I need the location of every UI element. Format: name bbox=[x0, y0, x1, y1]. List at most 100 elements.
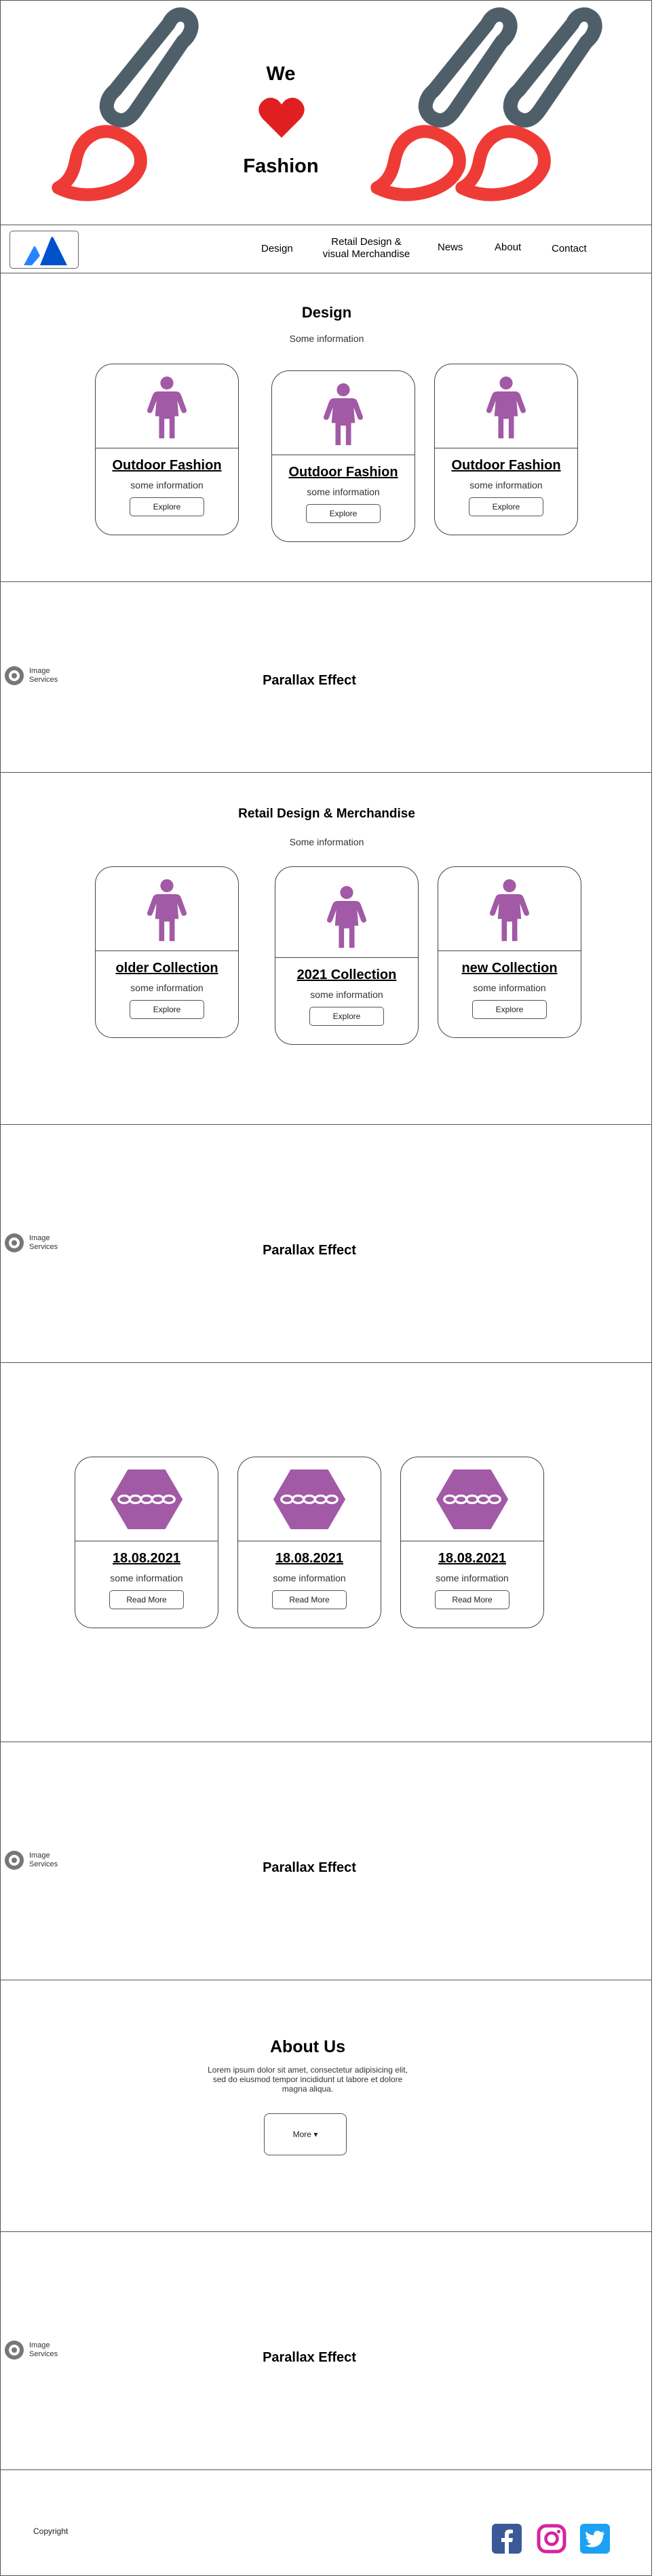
hexagon-chain-icon bbox=[109, 1468, 184, 1531]
design-card: Outdoor Fashion some information Explore bbox=[271, 370, 415, 542]
nav-link-retail-design[interactable]: Retail Design & visual Merchandise bbox=[317, 236, 416, 261]
navbar: Design Retail Design & visual Merchandis… bbox=[0, 225, 652, 273]
explore-button[interactable]: Explore bbox=[130, 1000, 204, 1019]
parallax-section: Image Services Parallax Effect bbox=[0, 581, 652, 773]
card-info: some information bbox=[473, 982, 546, 993]
card-title[interactable]: 2021 Collection bbox=[275, 967, 418, 983]
explore-button[interactable]: Explore bbox=[309, 1007, 384, 1026]
news-card: 18.08.2021 some information Read More bbox=[237, 1457, 381, 1628]
woman-icon bbox=[320, 885, 374, 950]
parallax-section: Image Services Parallax Effect bbox=[0, 1124, 652, 1363]
hexagon-chain-icon bbox=[272, 1468, 347, 1531]
card-info: some information bbox=[436, 1573, 509, 1583]
image-placeholder: Image Services bbox=[3, 2339, 58, 2361]
woman-icon bbox=[316, 383, 370, 448]
section-title: About Us bbox=[269, 2037, 346, 2056]
card-title[interactable]: Outdoor Fashion bbox=[435, 458, 577, 474]
retail-section: Retail Design & Merchandise Some informa… bbox=[0, 772, 652, 1125]
news-card: 18.08.2021 some information Read More bbox=[75, 1457, 218, 1628]
about-text-line: sed do eiusmod tempor incididunt ut labo… bbox=[212, 2075, 403, 2084]
image-label: Services bbox=[29, 1860, 58, 1868]
image-label: Services bbox=[29, 1243, 58, 1251]
card-info: some information bbox=[110, 1573, 183, 1583]
parallax-section: Image Services Parallax Effect bbox=[0, 1742, 652, 1980]
card-title[interactable]: older Collection bbox=[96, 961, 238, 976]
footer: Copyright bbox=[0, 2469, 652, 2576]
read-more-button[interactable]: Read More bbox=[272, 1590, 347, 1609]
image-placeholder: Image Services bbox=[3, 1232, 58, 1254]
image-icon bbox=[3, 2339, 25, 2361]
about-text: Lorem ipsum dolor sit amet, consectetur … bbox=[204, 2065, 411, 2094]
card-title[interactable]: new Collection bbox=[438, 961, 581, 976]
paintbrush-icon bbox=[14, 6, 252, 220]
woman-icon bbox=[482, 879, 537, 944]
woman-icon bbox=[479, 376, 533, 441]
news-date[interactable]: 18.08.2021 bbox=[75, 1551, 218, 1566]
explore-button[interactable]: Explore bbox=[469, 497, 543, 516]
read-more-button[interactable]: Read More bbox=[435, 1590, 509, 1609]
parallax-title: Parallax Effect bbox=[263, 1243, 356, 1258]
image-icon bbox=[3, 665, 25, 687]
retail-card: older Collection some information Explor… bbox=[95, 866, 239, 1038]
explore-button[interactable]: Explore bbox=[472, 1000, 547, 1019]
news-date[interactable]: 18.08.2021 bbox=[238, 1551, 381, 1566]
image-placeholder: Image Services bbox=[3, 665, 58, 687]
section-title: Retail Design & Merchandise bbox=[238, 807, 415, 821]
image-label: Image bbox=[29, 1851, 50, 1860]
about-text-line: Lorem ipsum dolor sit amet, consectetur … bbox=[208, 2065, 408, 2075]
logo[interactable] bbox=[9, 231, 79, 269]
about-text-line: magna aliqua. bbox=[282, 2084, 334, 2094]
parallax-title: Parallax Effect bbox=[263, 2350, 356, 2365]
design-card: Outdoor Fashion some information Explore bbox=[434, 364, 578, 535]
twitter-icon[interactable] bbox=[579, 2523, 611, 2554]
section-subtitle: Some information bbox=[289, 333, 364, 344]
image-placeholder: Image Services bbox=[3, 1849, 58, 1871]
section-subtitle: Some information bbox=[289, 837, 364, 847]
read-more-button[interactable]: Read More bbox=[109, 1590, 184, 1609]
nav-link-about[interactable]: About bbox=[495, 242, 521, 254]
nav-link-retail-line2: visual Merchandise bbox=[322, 248, 410, 260]
nav-link-news[interactable]: News bbox=[438, 242, 463, 254]
card-info: some information bbox=[469, 480, 543, 491]
parallax-title: Parallax Effect bbox=[263, 1860, 356, 1875]
copyright-text: Copyright bbox=[33, 2526, 69, 2536]
nav-link-contact[interactable]: Contact bbox=[552, 243, 587, 255]
about-section: About Us Lorem ipsum dolor sit amet, con… bbox=[0, 1980, 652, 2232]
nav-link-design[interactable]: Design bbox=[261, 243, 293, 255]
paintbrush-icon bbox=[418, 6, 654, 220]
image-label: Services bbox=[29, 2350, 58, 2358]
card-info: some information bbox=[310, 989, 383, 1000]
card-info: some information bbox=[130, 480, 204, 491]
instagram-icon[interactable] bbox=[536, 2523, 567, 2554]
explore-button[interactable]: Explore bbox=[130, 497, 204, 516]
news-section: 18.08.2021 some information Read More 18… bbox=[0, 1362, 652, 1742]
heart-icon bbox=[258, 97, 305, 138]
card-title[interactable]: Outdoor Fashion bbox=[272, 465, 415, 480]
card-info: some information bbox=[307, 486, 380, 497]
image-icon bbox=[3, 1849, 25, 1871]
card-title[interactable]: Outdoor Fashion bbox=[96, 458, 238, 474]
more-button[interactable]: More ▾ bbox=[264, 2113, 347, 2155]
image-label: Image bbox=[29, 667, 50, 675]
woman-icon bbox=[140, 879, 194, 944]
hero-title-line1: We bbox=[266, 63, 296, 85]
parallax-section: Image Services Parallax Effect bbox=[0, 2231, 652, 2470]
hero-title-line2: Fashion bbox=[243, 155, 319, 177]
hero-banner: We Fashion bbox=[0, 0, 652, 225]
card-info: some information bbox=[273, 1573, 346, 1583]
news-date[interactable]: 18.08.2021 bbox=[401, 1551, 543, 1566]
section-title: Design bbox=[301, 304, 352, 321]
parallax-title: Parallax Effect bbox=[263, 673, 356, 688]
news-card: 18.08.2021 some information Read More bbox=[400, 1457, 544, 1628]
card-info: some information bbox=[130, 982, 204, 993]
retail-card: new Collection some information Explore bbox=[438, 866, 581, 1038]
retail-card: 2021 Collection some information Explore bbox=[275, 866, 419, 1045]
explore-button[interactable]: Explore bbox=[306, 504, 381, 523]
hexagon-chain-icon bbox=[435, 1468, 509, 1531]
image-icon bbox=[3, 1232, 25, 1254]
atlassian-logo bbox=[24, 237, 67, 265]
nav-link-retail-line1: Retail Design & bbox=[331, 236, 402, 248]
image-label: Image bbox=[29, 2341, 50, 2349]
facebook-icon[interactable] bbox=[491, 2523, 522, 2554]
image-label: Services bbox=[29, 676, 58, 684]
